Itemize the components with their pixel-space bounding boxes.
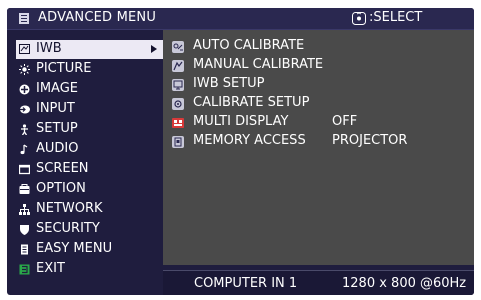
- screen-icon: [19, 164, 30, 175]
- menu-item-image[interactable]: IMAGE: [16, 80, 162, 99]
- menu-item-security[interactable]: SECURITY: [16, 220, 162, 239]
- submenu-item-label: MEMORY ACCESS: [193, 133, 306, 148]
- submenu-item-label: IWB SETUP: [193, 76, 265, 91]
- advanced-menu-window: ADVANCED MENU :SELECT IWB PICTURE IMAGE …: [7, 8, 474, 295]
- multi-display-value: OFF: [332, 114, 358, 129]
- iwb-submenu-panel: AUTO CALIBRATE MANUAL CALIBRATE IWB SETU…: [163, 30, 474, 265]
- menu-list-icon: [19, 13, 29, 24]
- menu-item-label: IWB: [36, 41, 62, 56]
- menu-item-label: IMAGE: [36, 81, 79, 96]
- menu-item-exit[interactable]: EXIT: [16, 260, 162, 279]
- setup-icon: [21, 124, 28, 135]
- menu-item-setup[interactable]: SETUP: [16, 120, 162, 139]
- menu-item-label: OPTION: [36, 181, 86, 196]
- menu-item-label: SCREEN: [36, 161, 89, 176]
- option-icon: [19, 184, 30, 194]
- menu-item-picture[interactable]: PICTURE: [16, 60, 162, 79]
- menu-item-screen[interactable]: SCREEN: [16, 160, 162, 179]
- menu-item-label: NETWORK: [36, 201, 103, 216]
- menu-item-label: SETUP: [36, 121, 78, 136]
- select-hint: :SELECT: [369, 10, 423, 25]
- menu-item-easy-menu[interactable]: EASY MENU: [16, 240, 162, 259]
- status-bar: COMPUTER IN 1 1280 x 800 @60Hz: [163, 270, 474, 295]
- image-icon: [19, 84, 30, 95]
- title-bar: ADVANCED MENU :SELECT: [7, 8, 474, 30]
- menu-item-input[interactable]: INPUT: [16, 100, 162, 119]
- submenu-arrow-icon: [151, 45, 157, 53]
- menu-item-label: INPUT: [36, 101, 75, 116]
- exit-icon: [19, 264, 30, 275]
- signal-format: 1280 x 800 @60Hz: [342, 276, 467, 291]
- menu-item-audio[interactable]: AUDIO: [16, 140, 162, 159]
- menu-item-label: AUDIO: [36, 141, 79, 156]
- iwb-setup-icon: [172, 79, 184, 91]
- menu-item-label: EXIT: [36, 261, 65, 276]
- menu-item-label: SECURITY: [36, 221, 100, 236]
- menu-item-label: EASY MENU: [36, 241, 113, 256]
- submenu-item-label: CALIBRATE SETUP: [193, 95, 310, 110]
- menu-title: ADVANCED MENU: [38, 10, 157, 25]
- audio-icon: [20, 144, 28, 155]
- calibrate-setup-icon: [172, 98, 184, 110]
- input-icon: [19, 105, 30, 114]
- easy-menu-icon: [21, 244, 28, 255]
- menu-item-iwb[interactable]: IWB: [16, 40, 163, 59]
- menu-item-option[interactable]: OPTION: [16, 180, 162, 199]
- current-input: COMPUTER IN 1: [194, 276, 298, 291]
- joystick-select-icon: [352, 12, 366, 25]
- submenu-item-label: MULTI DISPLAY: [193, 114, 289, 129]
- auto-calibrate-icon: [172, 41, 184, 53]
- menu-item-network[interactable]: NETWORK: [16, 200, 162, 219]
- memory-access-value: PROJECTOR: [332, 133, 408, 148]
- network-icon: [19, 204, 30, 215]
- multi-display-icon: [172, 118, 184, 128]
- shield-icon: [20, 225, 29, 235]
- manual-calibrate-icon: [172, 60, 184, 72]
- submenu-item-label: AUTO CALIBRATE: [193, 38, 305, 53]
- main-menu: IWB PICTURE IMAGE INPUT SETUP AUDIO SCRE…: [7, 30, 163, 295]
- menu-item-label: PICTURE: [36, 61, 92, 76]
- iwb-icon: [19, 44, 30, 54]
- memory-access-icon: [172, 136, 184, 148]
- picture-icon: [19, 64, 30, 75]
- submenu-item-label: MANUAL CALIBRATE: [193, 57, 324, 72]
